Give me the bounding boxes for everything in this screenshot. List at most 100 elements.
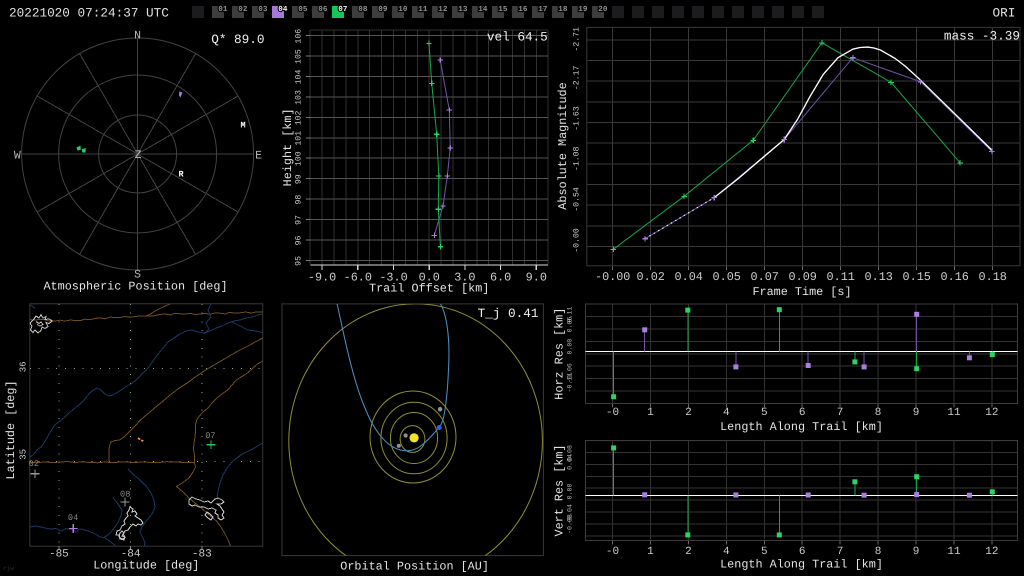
svg-text:03: 03 [258, 5, 268, 14]
svg-text:R: R [178, 170, 184, 180]
svg-text:36: 36 [18, 361, 28, 372]
svg-text:05: 05 [298, 5, 308, 14]
svg-text:4: 4 [723, 546, 730, 558]
svg-text:0.02: 0.02 [637, 270, 665, 284]
svg-text:97: 97 [295, 215, 304, 225]
svg-text:06: 06 [318, 5, 328, 14]
svg-text:0.04: 0.04 [567, 454, 574, 470]
svg-text:100: 100 [295, 151, 304, 166]
svg-text:8: 8 [875, 546, 882, 558]
svg-text:0.06: 0.06 [567, 317, 574, 333]
svg-text:Absolute Magnitude: Absolute Magnitude [556, 82, 570, 209]
svg-text:18: 18 [558, 5, 568, 14]
svg-text:7: 7 [837, 546, 844, 558]
svg-text:0.00: 0.00 [567, 484, 574, 500]
svg-text:-9.0: -9.0 [308, 271, 336, 285]
svg-text:19: 19 [578, 5, 588, 14]
svg-text:2: 2 [685, 407, 692, 419]
svg-text:2: 2 [685, 546, 692, 558]
svg-text:101: 101 [295, 131, 304, 146]
svg-text:Z: Z [135, 149, 142, 162]
svg-text:M: M [240, 121, 245, 131]
svg-text:-2.71: -2.71 [573, 27, 582, 52]
svg-text:-0: -0 [606, 407, 619, 419]
svg-text:-1.08: -1.08 [573, 146, 582, 171]
svg-text:-0.00: -0.00 [573, 228, 582, 253]
svg-text:8: 8 [875, 407, 882, 419]
svg-text:11: 11 [418, 6, 428, 14]
svg-text:0.00: 0.00 [567, 339, 574, 355]
svg-text:12: 12 [438, 5, 448, 14]
svg-text:Horz Res [km]: Horz Res [km] [553, 308, 567, 400]
svg-text:-1.63: -1.63 [573, 106, 582, 131]
svg-text:1: 1 [647, 407, 654, 419]
svg-text:11: 11 [947, 407, 961, 419]
svg-text:N: N [134, 30, 141, 43]
svg-text:6.0: 6.0 [490, 271, 511, 285]
svg-text:99: 99 [295, 174, 304, 184]
svg-text:102: 102 [295, 110, 304, 125]
svg-text:5: 5 [761, 407, 768, 419]
svg-text:17: 17 [538, 6, 548, 14]
svg-text:20221020 07:24:37 UTC: 20221020 07:24:37 UTC [9, 6, 169, 21]
svg-text:Longitude [deg]: Longitude [deg] [93, 559, 199, 573]
svg-text:5: 5 [761, 546, 768, 558]
svg-text:T_j 0.41: T_j 0.41 [478, 306, 539, 321]
svg-text:02: 02 [29, 459, 39, 469]
svg-text:Height [km]: Height [km] [281, 108, 295, 186]
svg-text:Length Along Trail [km]: Length Along Trail [km] [720, 558, 883, 572]
svg-text:-2.17: -2.17 [573, 66, 582, 91]
svg-text:Vert Res [km]: Vert Res [km] [553, 444, 567, 536]
svg-text:-0.08: -0.08 [567, 514, 574, 534]
svg-text:106: 106 [295, 29, 304, 44]
svg-text:-6.0: -6.0 [344, 271, 372, 285]
svg-text:6: 6 [799, 407, 806, 419]
svg-text:6: 6 [799, 546, 806, 558]
svg-text:105: 105 [295, 49, 304, 64]
svg-text:12: 12 [985, 407, 998, 419]
svg-text:-0.11: -0.11 [567, 373, 574, 393]
svg-text:0.11: 0.11 [827, 270, 855, 284]
svg-text:12: 12 [985, 546, 998, 558]
svg-text:7: 7 [837, 407, 844, 419]
svg-text:Q* 89.0: Q* 89.0 [211, 32, 264, 47]
svg-text:E: E [255, 149, 262, 162]
svg-text:07: 07 [205, 431, 215, 441]
svg-text:0.09: 0.09 [789, 270, 817, 284]
svg-text:09: 09 [378, 5, 388, 14]
svg-text:Orbital Position [AU]: Orbital Position [AU] [340, 560, 489, 574]
svg-text:1: 1 [647, 546, 654, 558]
svg-text:103: 103 [295, 90, 304, 105]
svg-text:vel 64.5: vel 64.5 [487, 29, 548, 44]
svg-text:96: 96 [295, 236, 304, 246]
svg-text:mass -3.39: mass -3.39 [944, 29, 1020, 44]
svg-text:08: 08 [358, 5, 368, 14]
svg-text:10: 10 [398, 5, 408, 14]
svg-text:Frame Time [s]: Frame Time [s] [752, 285, 851, 299]
svg-text:14: 14 [478, 6, 488, 14]
svg-text:0.05: 0.05 [713, 270, 741, 284]
svg-text:0.18: 0.18 [979, 270, 1007, 284]
svg-text:0.16: 0.16 [941, 270, 969, 284]
svg-text:15: 15 [498, 6, 508, 14]
svg-text:0.04: 0.04 [675, 270, 703, 284]
svg-text:Atmospheric Position [deg]: Atmospheric Position [deg] [43, 280, 227, 294]
svg-text:-0: -0 [606, 546, 619, 558]
svg-text:Latitude [deg]: Latitude [deg] [4, 380, 18, 479]
svg-text:9: 9 [913, 546, 920, 558]
svg-text:0.13: 0.13 [865, 270, 893, 284]
svg-text:35: 35 [18, 449, 28, 460]
svg-text:07: 07 [338, 5, 348, 14]
svg-text:13: 13 [458, 5, 468, 14]
svg-text:98: 98 [295, 195, 304, 205]
svg-text:Length Along Trail [km]: Length Along Trail [km] [720, 420, 883, 434]
svg-text:9.0: 9.0 [526, 271, 547, 285]
svg-text:95: 95 [295, 256, 304, 266]
svg-text:02: 02 [238, 5, 248, 14]
svg-text:08: 08 [120, 490, 130, 500]
svg-text:-0.00: -0.00 [595, 270, 630, 284]
svg-text:04: 04 [278, 5, 288, 14]
svg-text:04: 04 [68, 513, 78, 523]
svg-text:ORI: ORI [993, 6, 1016, 21]
svg-text:11: 11 [947, 546, 961, 558]
